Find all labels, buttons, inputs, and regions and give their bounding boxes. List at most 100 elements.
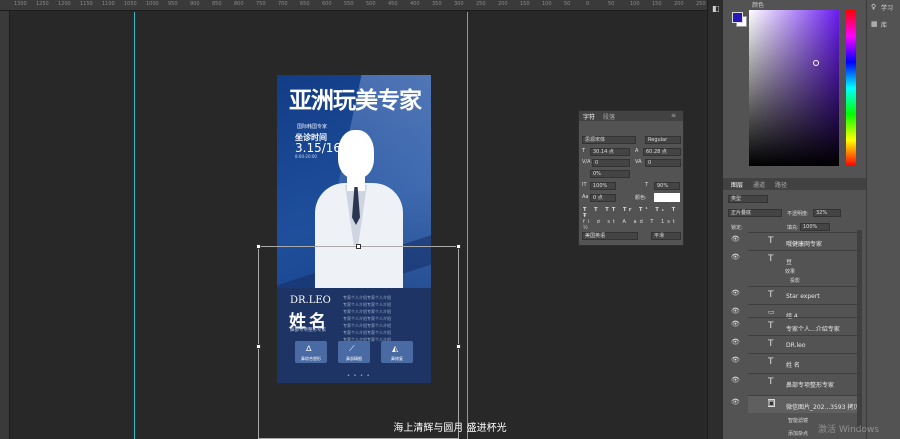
- collapsed-panel-strip[interactable]: ◧: [707, 0, 723, 439]
- layer-row[interactable]: T 鼻部专项整形专家: [748, 373, 860, 391]
- tab-layers[interactable]: 图层: [731, 180, 743, 189]
- panel-menu-icon[interactable]: ≡: [671, 112, 676, 119]
- character-panel[interactable]: 字符 段落 ≡ 思源宋体 Regular T 30.14 点 A 60.28 点…: [578, 110, 684, 246]
- font-size-field[interactable]: 30.14 点: [590, 148, 630, 156]
- ruler-tick-label: 1300: [14, 1, 27, 7]
- add-noise-label[interactable]: 添加杂点: [788, 430, 808, 437]
- ruler-tick-label: 150: [652, 1, 662, 7]
- ruler-tick-label: 500: [366, 1, 376, 7]
- visibility-eye-icon[interactable]: 👁: [731, 320, 740, 328]
- ruler-tick-label: 50: [608, 1, 615, 7]
- transform-bounding-box[interactable]: [258, 246, 459, 439]
- font-style-select[interactable]: Regular: [645, 136, 681, 144]
- horizontal-scale-field[interactable]: 90%: [654, 182, 680, 190]
- ruler-tick-label: 950: [168, 1, 178, 7]
- ruler-tick-label: 200: [498, 1, 508, 7]
- tsume-field[interactable]: 0%: [590, 170, 630, 178]
- color-field[interactable]: [749, 10, 839, 166]
- learn-icon[interactable]: ♀: [871, 3, 876, 11]
- smart-filter-label[interactable]: 智能滤镜: [788, 417, 808, 424]
- color-label: 颜色:: [635, 195, 647, 201]
- text-style-buttons[interactable]: T T TT Tr T¹ T₁ T Ŧ: [583, 207, 683, 219]
- ruler-tick-label: 350: [432, 1, 442, 7]
- ruler-tick-label: 200: [674, 1, 684, 7]
- opentype-buttons[interactable]: fi ơ st A ad T 1st ½: [583, 219, 683, 231]
- library-label[interactable]: 库: [881, 20, 887, 29]
- text-color-swatch[interactable]: [654, 193, 680, 202]
- transform-handle[interactable]: [356, 244, 361, 249]
- color-panel-title: 颜色: [752, 2, 765, 9]
- layer-row[interactable]: T 专家个人...介绍专家: [748, 317, 860, 335]
- ruler-tick-label: 450: [388, 1, 398, 7]
- visibility-eye-icon[interactable]: 👁: [731, 289, 740, 297]
- guide-line-left[interactable]: [134, 12, 135, 439]
- visibility-eye-icon[interactable]: 👁: [731, 398, 740, 406]
- windows-watermark: 激活 Windows: [818, 425, 880, 435]
- ruler-tick-label: 600: [322, 1, 332, 7]
- ruler-tick-label: 400: [410, 1, 420, 7]
- ruler-tick-label: 850: [212, 1, 222, 7]
- layer-row[interactable]: T 哦健康网专家: [748, 232, 860, 250]
- ruler-tick-label: 100: [630, 1, 640, 7]
- layers-panel-tabs: 图层 通道 路径: [723, 178, 866, 190]
- horizontal-ruler[interactable]: 1300 1250 1200 1150 1100 1050 1000 950 900 850 800…: [0, 0, 707, 11]
- fill-field[interactable]: 100%: [800, 223, 830, 231]
- history-icon[interactable]: ◧: [712, 4, 720, 13]
- transform-handle[interactable]: [456, 344, 461, 349]
- poster-date: 3.15/16: [295, 141, 342, 155]
- ruler-tick-label: 50: [564, 1, 571, 7]
- library-icon[interactable]: ▦: [871, 20, 878, 28]
- language-select[interactable]: 美国英语: [582, 232, 638, 240]
- font-size-icon: T: [582, 148, 586, 154]
- tab-paths[interactable]: 路径: [775, 180, 787, 189]
- visibility-eye-icon[interactable]: 👁: [731, 356, 740, 364]
- visibility-eye-icon[interactable]: 👁: [731, 338, 740, 346]
- layer-row-selected[interactable]: ▣ 微信图片_202...3593 拷贝: [748, 395, 860, 413]
- lock-label: 锁定:: [731, 225, 743, 231]
- tab-channels[interactable]: 通道: [753, 180, 765, 189]
- effects-label[interactable]: 效果: [785, 268, 795, 275]
- ruler-tick-label: 250: [476, 1, 486, 7]
- ruler-tick-label: 900: [190, 1, 200, 7]
- learn-label[interactable]: 学习: [881, 3, 893, 12]
- visibility-eye-icon[interactable]: 👁: [731, 307, 740, 315]
- layer-kind-filter[interactable]: 类型: [728, 195, 768, 203]
- visibility-eye-icon[interactable]: 👁: [731, 376, 740, 384]
- fill-label: 填充:: [787, 225, 799, 231]
- antialias-select[interactable]: 平滑: [651, 232, 681, 240]
- hue-slider[interactable]: [846, 10, 856, 166]
- leading-field[interactable]: 60.28 点: [643, 148, 681, 156]
- tab-paragraph[interactable]: 段落: [603, 112, 615, 121]
- transform-handle[interactable]: [456, 244, 461, 249]
- visibility-eye-icon[interactable]: 👁: [731, 253, 740, 261]
- char-panel-tabs: 字符 段落 ≡: [579, 111, 683, 121]
- color-picker-cursor[interactable]: [813, 60, 819, 66]
- baseline-field[interactable]: 0 点: [590, 194, 616, 202]
- ruler-tick-label: 0: [586, 1, 590, 7]
- layer-row[interactable]: T DR.leo: [748, 335, 860, 353]
- guide-line-right[interactable]: [467, 12, 468, 439]
- layer-row[interactable]: T姓 名: [748, 353, 860, 371]
- blend-mode-select[interactable]: 正片叠底: [728, 209, 782, 217]
- tracking-field[interactable]: 0: [645, 159, 681, 167]
- vertical-scale-field[interactable]: 100%: [590, 182, 616, 190]
- opacity-field[interactable]: 32%: [813, 209, 841, 217]
- font-family-select[interactable]: 思源宋体: [582, 136, 636, 144]
- foreground-color-swatch[interactable]: [732, 12, 743, 23]
- far-right-panel: ♀ 学习 ▦ 库: [866, 0, 900, 439]
- ruler-tick-label: 1150: [80, 1, 93, 7]
- layers-scrollbar[interactable]: [857, 230, 862, 430]
- transform-handle[interactable]: [256, 244, 261, 249]
- kerning-field[interactable]: 0: [592, 159, 630, 167]
- horizontal-scale-icon: T: [645, 182, 649, 188]
- vertical-ruler[interactable]: [0, 11, 10, 439]
- layer-row[interactable]: T豆: [748, 250, 860, 268]
- poster-hours: 8:00-20:00: [295, 154, 317, 159]
- ruler-tick-label: 100: [542, 1, 552, 7]
- layer-row[interactable]: T Star expert: [748, 286, 860, 304]
- drop-shadow-label[interactable]: 投影: [790, 277, 800, 284]
- visibility-eye-icon[interactable]: 👁: [731, 235, 740, 243]
- transform-handle[interactable]: [256, 344, 261, 349]
- tab-character[interactable]: 字符: [583, 112, 595, 121]
- baseline-icon: Aa: [582, 194, 589, 200]
